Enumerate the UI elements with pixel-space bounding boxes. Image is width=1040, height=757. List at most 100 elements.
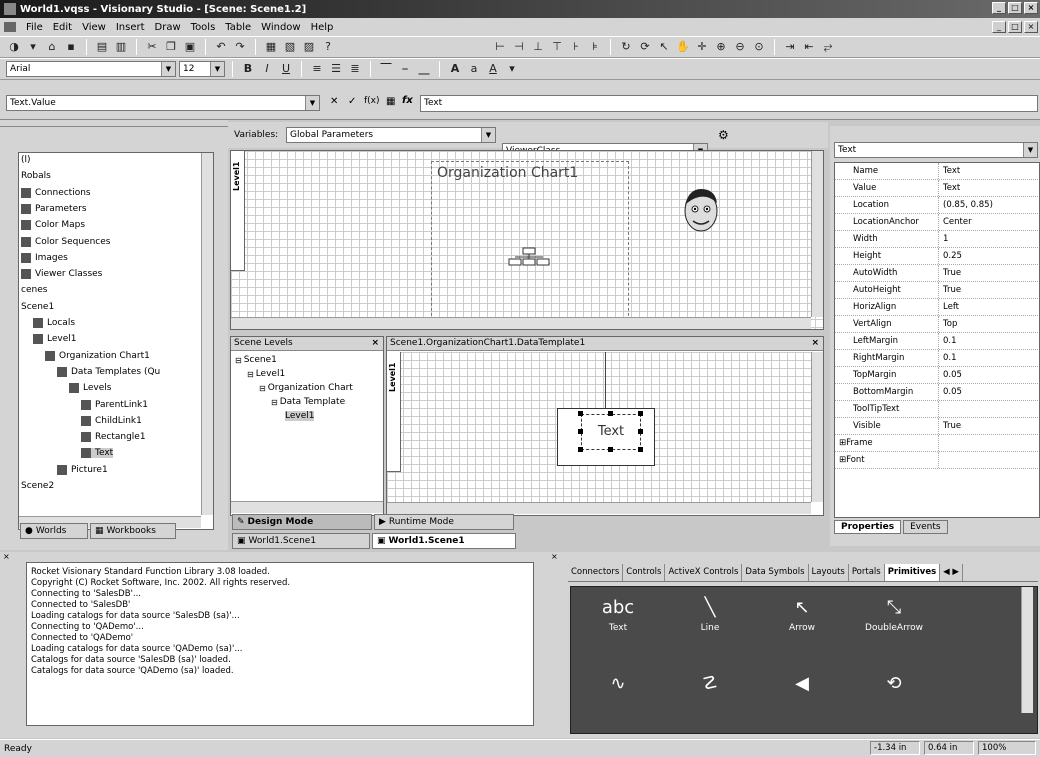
template-canvas[interactable]: Level1 Text [387, 352, 811, 502]
italic-button[interactable]: I [259, 61, 275, 77]
accept-icon[interactable]: ✓ [348, 96, 356, 107]
scene-level-item[interactable]: ⊟ Data Template [271, 397, 345, 407]
tree-item[interactable]: Data Templates (Qu [57, 366, 160, 377]
property-value[interactable]: Text [939, 180, 960, 196]
align-top-icon[interactable]: ⊤ [549, 39, 565, 55]
tree-item[interactable]: Scene1 [21, 302, 54, 312]
property-row[interactable]: Name Text [835, 163, 1039, 180]
mdi-close-button[interactable]: × [1024, 21, 1038, 33]
mdi-minimize-button[interactable]: _ [992, 21, 1006, 33]
tree-item[interactable]: Images [21, 252, 68, 263]
property-row[interactable]: LocationAnchor Center [835, 214, 1039, 231]
property-value[interactable]: Text [939, 163, 960, 179]
valign-middle-icon[interactable]: ⎯ [397, 61, 413, 77]
property-row[interactable]: ⊞Frame [835, 435, 1039, 452]
help-icon[interactable]: ? [320, 39, 336, 55]
menu-window[interactable]: Window [261, 22, 300, 33]
tree-item[interactable]: Rectangle1 [81, 432, 146, 443]
cut-icon[interactable]: ✂ [144, 39, 160, 55]
doc-tab-2[interactable]: ▣ World1.Scene1 [372, 533, 516, 549]
font-size-select[interactable]: 12 ▼ [179, 61, 225, 77]
property-value[interactable]: True [939, 265, 961, 281]
selection-handle[interactable] [608, 447, 613, 452]
property-value[interactable]: True [939, 282, 961, 298]
shrink-font-icon[interactable]: a [466, 61, 482, 77]
tree-item[interactable]: Level1 [33, 334, 76, 345]
property-row[interactable]: RightMargin 0.1 [835, 350, 1039, 367]
font-select[interactable]: Arial ▼ [6, 61, 176, 77]
palette-tab[interactable]: Data Symbols [742, 564, 809, 581]
align-text-center-icon[interactable]: ☰ [328, 61, 344, 77]
pointer-icon[interactable]: ↖ [656, 39, 672, 55]
maximize-button[interactable]: □ [1008, 2, 1022, 14]
open-icon[interactable]: ▾ [25, 39, 41, 55]
zoom-icon[interactable]: ⊙ [751, 39, 767, 55]
parent-link-line[interactable] [605, 352, 606, 408]
menu-table[interactable]: Table [225, 22, 251, 33]
primitive-arrow[interactable]: ↖ Arrow [767, 593, 837, 633]
primitive-doublearrow[interactable]: ⤡ DoubleArrow [859, 593, 929, 633]
valign-bottom-icon[interactable]: ⎽ [416, 61, 432, 77]
property-row[interactable]: Location (0.85, 0.85) [835, 197, 1039, 214]
tree-item[interactable]: Parameters [21, 203, 87, 214]
primitive-text[interactable]: abc Text [583, 593, 653, 633]
rotate-icon[interactable]: ↻ [618, 39, 634, 55]
primitive-tool[interactable]: ☡ [675, 669, 745, 699]
selection-handle[interactable] [578, 447, 583, 452]
field-select[interactable]: Text.Value ▼ [6, 95, 320, 111]
property-row[interactable]: HorizAlign Left [835, 299, 1039, 316]
property-value[interactable]: 0.1 [939, 333, 957, 349]
org-chart-frame[interactable] [431, 161, 629, 321]
tree-vscroll[interactable] [201, 153, 213, 515]
template-vscroll[interactable] [811, 352, 823, 502]
function-icon[interactable]: f(x) [364, 96, 380, 106]
tree-item[interactable]: Robals [21, 171, 51, 181]
print-icon[interactable]: ▤ [94, 39, 110, 55]
tree-item[interactable]: cenes [21, 285, 47, 295]
expand-icon[interactable]: ⊟ [235, 356, 242, 365]
primitive-tool[interactable]: ◀ [767, 669, 837, 699]
tree-item[interactable]: Connections [21, 187, 91, 198]
menu-draw[interactable]: Draw [155, 22, 181, 33]
underline-button[interactable]: U [278, 61, 294, 77]
fx-icon[interactable]: fx [402, 95, 413, 106]
minimize-button[interactable]: _ [992, 2, 1006, 14]
variables-select[interactable]: Global Parameters ▼ [286, 127, 496, 143]
menu-view[interactable]: View [82, 22, 106, 33]
palette-tab[interactable]: Primitives [884, 564, 941, 581]
grid-icon[interactable]: ▦ [263, 39, 279, 55]
property-value[interactable] [939, 401, 943, 417]
menu-tools[interactable]: Tools [191, 22, 216, 33]
property-row[interactable]: Height 0.25 [835, 248, 1039, 265]
property-row[interactable]: ToolTipText [835, 401, 1039, 418]
object-select[interactable]: Text ▼ [834, 142, 1038, 158]
menu-help[interactable]: Help [311, 22, 334, 33]
property-value[interactable]: 0.05 [939, 367, 962, 383]
property-value[interactable]: Top [939, 316, 957, 332]
valign-top-icon[interactable]: ⎺ [378, 61, 394, 77]
property-value[interactable]: Left [939, 299, 959, 315]
design-mode-tab[interactable]: ✎ Design Mode [232, 514, 372, 530]
close-icon[interactable]: × [811, 337, 819, 350]
align-text-left-icon[interactable]: ≡ [309, 61, 325, 77]
copy-icon[interactable]: ❐ [163, 39, 179, 55]
property-value[interactable]: (0.85, 0.85) [939, 197, 993, 213]
undo-icon[interactable]: ↶ [213, 39, 229, 55]
palette-tab[interactable]: ActiveX Controls [665, 564, 743, 581]
tree-item[interactable]: Color Maps [21, 220, 85, 231]
property-row[interactable]: Width 1 [835, 231, 1039, 248]
tab-properties[interactable]: Properties [834, 520, 902, 534]
align-center-icon[interactable]: ⊣ [511, 39, 527, 55]
face-picture[interactable] [681, 185, 721, 240]
tree-item[interactable]: ChildLink1 [81, 415, 142, 426]
palette-tab[interactable]: Controls [623, 564, 666, 581]
menu-insert[interactable]: Insert [116, 22, 145, 33]
align-middle-icon[interactable]: ⊦ [568, 39, 584, 55]
pan-icon[interactable]: ✛ [694, 39, 710, 55]
palette-vscroll[interactable] [1021, 587, 1033, 713]
table-icon[interactable]: ▦ [386, 96, 395, 107]
tree-item[interactable]: (l) [21, 155, 31, 165]
tree-item[interactable]: ParentLink1 [81, 399, 148, 410]
align-left-icon[interactable]: ⊢ [492, 39, 508, 55]
property-value[interactable]: 1 [939, 231, 948, 247]
